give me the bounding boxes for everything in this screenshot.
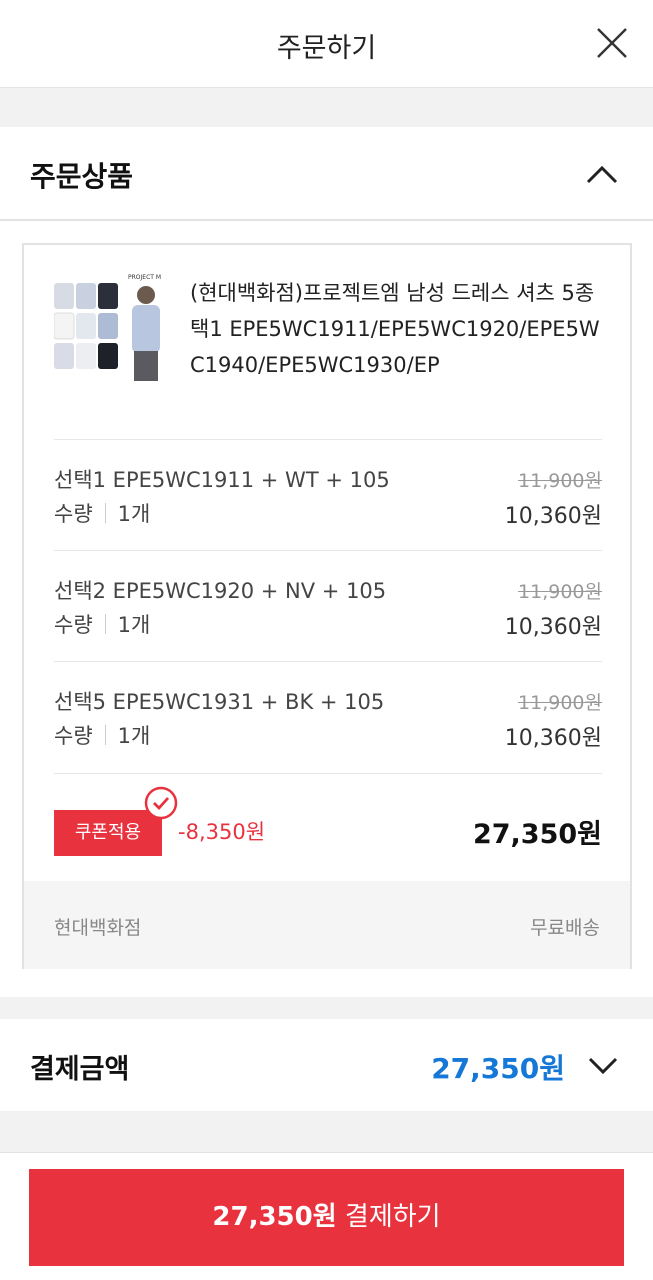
order-products-title: 주문상품 — [30, 160, 134, 193]
chevron-down-icon[interactable] — [587, 1055, 619, 1077]
product-image: PROJECT M — [54, 273, 174, 385]
sale-price: 10,360원 — [504, 726, 602, 751]
option-row: 선택1 EPE5WC1911 + WT + 105 수량 1개 11,900원 1… — [54, 439, 602, 549]
check-circle-icon — [144, 786, 178, 820]
payment-amount-title: 결제금액 — [30, 1054, 130, 1085]
product-card: PROJECT M (현대백화점)프로젝트엠 남성 드레스 셔츠 5종 택1 E… — [22, 243, 632, 969]
order-products-section: 주문상품 PROJECT M (현대백화점)프로젝트엠 남성 드레스 셔츠 5종… — [0, 127, 653, 997]
payment-amount-value: 27,350원 — [431, 1052, 565, 1085]
order-products-header[interactable]: 주문상품 — [0, 127, 653, 221]
quantity-label: 수량 — [54, 613, 93, 637]
quantity-label: 수량 — [54, 724, 93, 748]
original-price: 11,900원 — [518, 692, 602, 714]
pay-button-label: 결제하기 — [344, 1202, 441, 1232]
option-label: 선택2 EPE5WC1920 + NV + 105 — [54, 579, 387, 603]
option-label: 선택1 EPE5WC1911 + WT + 105 — [54, 468, 390, 492]
divider — [104, 503, 106, 523]
option-label: 선택5 EPE5WC1931 + BK + 105 — [54, 690, 385, 714]
brand-logo: PROJECT M — [128, 274, 161, 281]
pay-button[interactable]: 27,350원 결제하기 — [29, 1169, 624, 1266]
header: 주문하기 — [0, 0, 653, 88]
product-name[interactable]: (현대백화점)프로젝트엠 남성 드레스 셔츠 5종 택1 EPE5WC1911/… — [190, 275, 610, 383]
option-row: 선택2 EPE5WC1920 + NV + 105 수량 1개 11,900원 1… — [54, 550, 602, 660]
quantity-value: 1개 — [117, 724, 151, 748]
coupon-discount: -8,350원 — [178, 820, 266, 844]
original-price: 11,900원 — [518, 581, 602, 603]
page-title: 주문하기 — [276, 33, 377, 64]
coupon-row: 쿠폰적용 -8,350원 27,350원 — [54, 773, 602, 883]
quantity-value: 1개 — [117, 502, 151, 526]
quantity-value: 1개 — [117, 613, 151, 637]
divider — [104, 725, 106, 745]
quantity-line: 수량 1개 — [54, 720, 150, 750]
store-bar: 현대백화점 무료배송 — [24, 881, 630, 969]
close-icon[interactable] — [595, 26, 629, 60]
original-price: 11,900원 — [518, 470, 602, 492]
pay-button-amount: 27,350원 — [212, 1202, 337, 1232]
quantity-label: 수량 — [54, 502, 93, 526]
product-total: 27,350원 — [472, 819, 602, 850]
divider — [104, 614, 106, 634]
bottom-bar: 27,350원 결제하기 — [0, 1152, 653, 1280]
chevron-up-icon[interactable] — [585, 163, 619, 185]
quantity-line: 수량 1개 — [54, 609, 150, 639]
store-name: 현대백화점 — [54, 917, 142, 939]
payment-amount-section[interactable]: 결제금액 27,350원 — [0, 1019, 653, 1111]
sale-price: 10,360원 — [504, 615, 602, 640]
shipping-info: 무료배송 — [530, 917, 600, 939]
option-row: 선택5 EPE5WC1931 + BK + 105 수량 1개 11,900원 1… — [54, 661, 602, 771]
quantity-line: 수량 1개 — [54, 498, 150, 528]
sale-price: 10,360원 — [504, 504, 602, 529]
